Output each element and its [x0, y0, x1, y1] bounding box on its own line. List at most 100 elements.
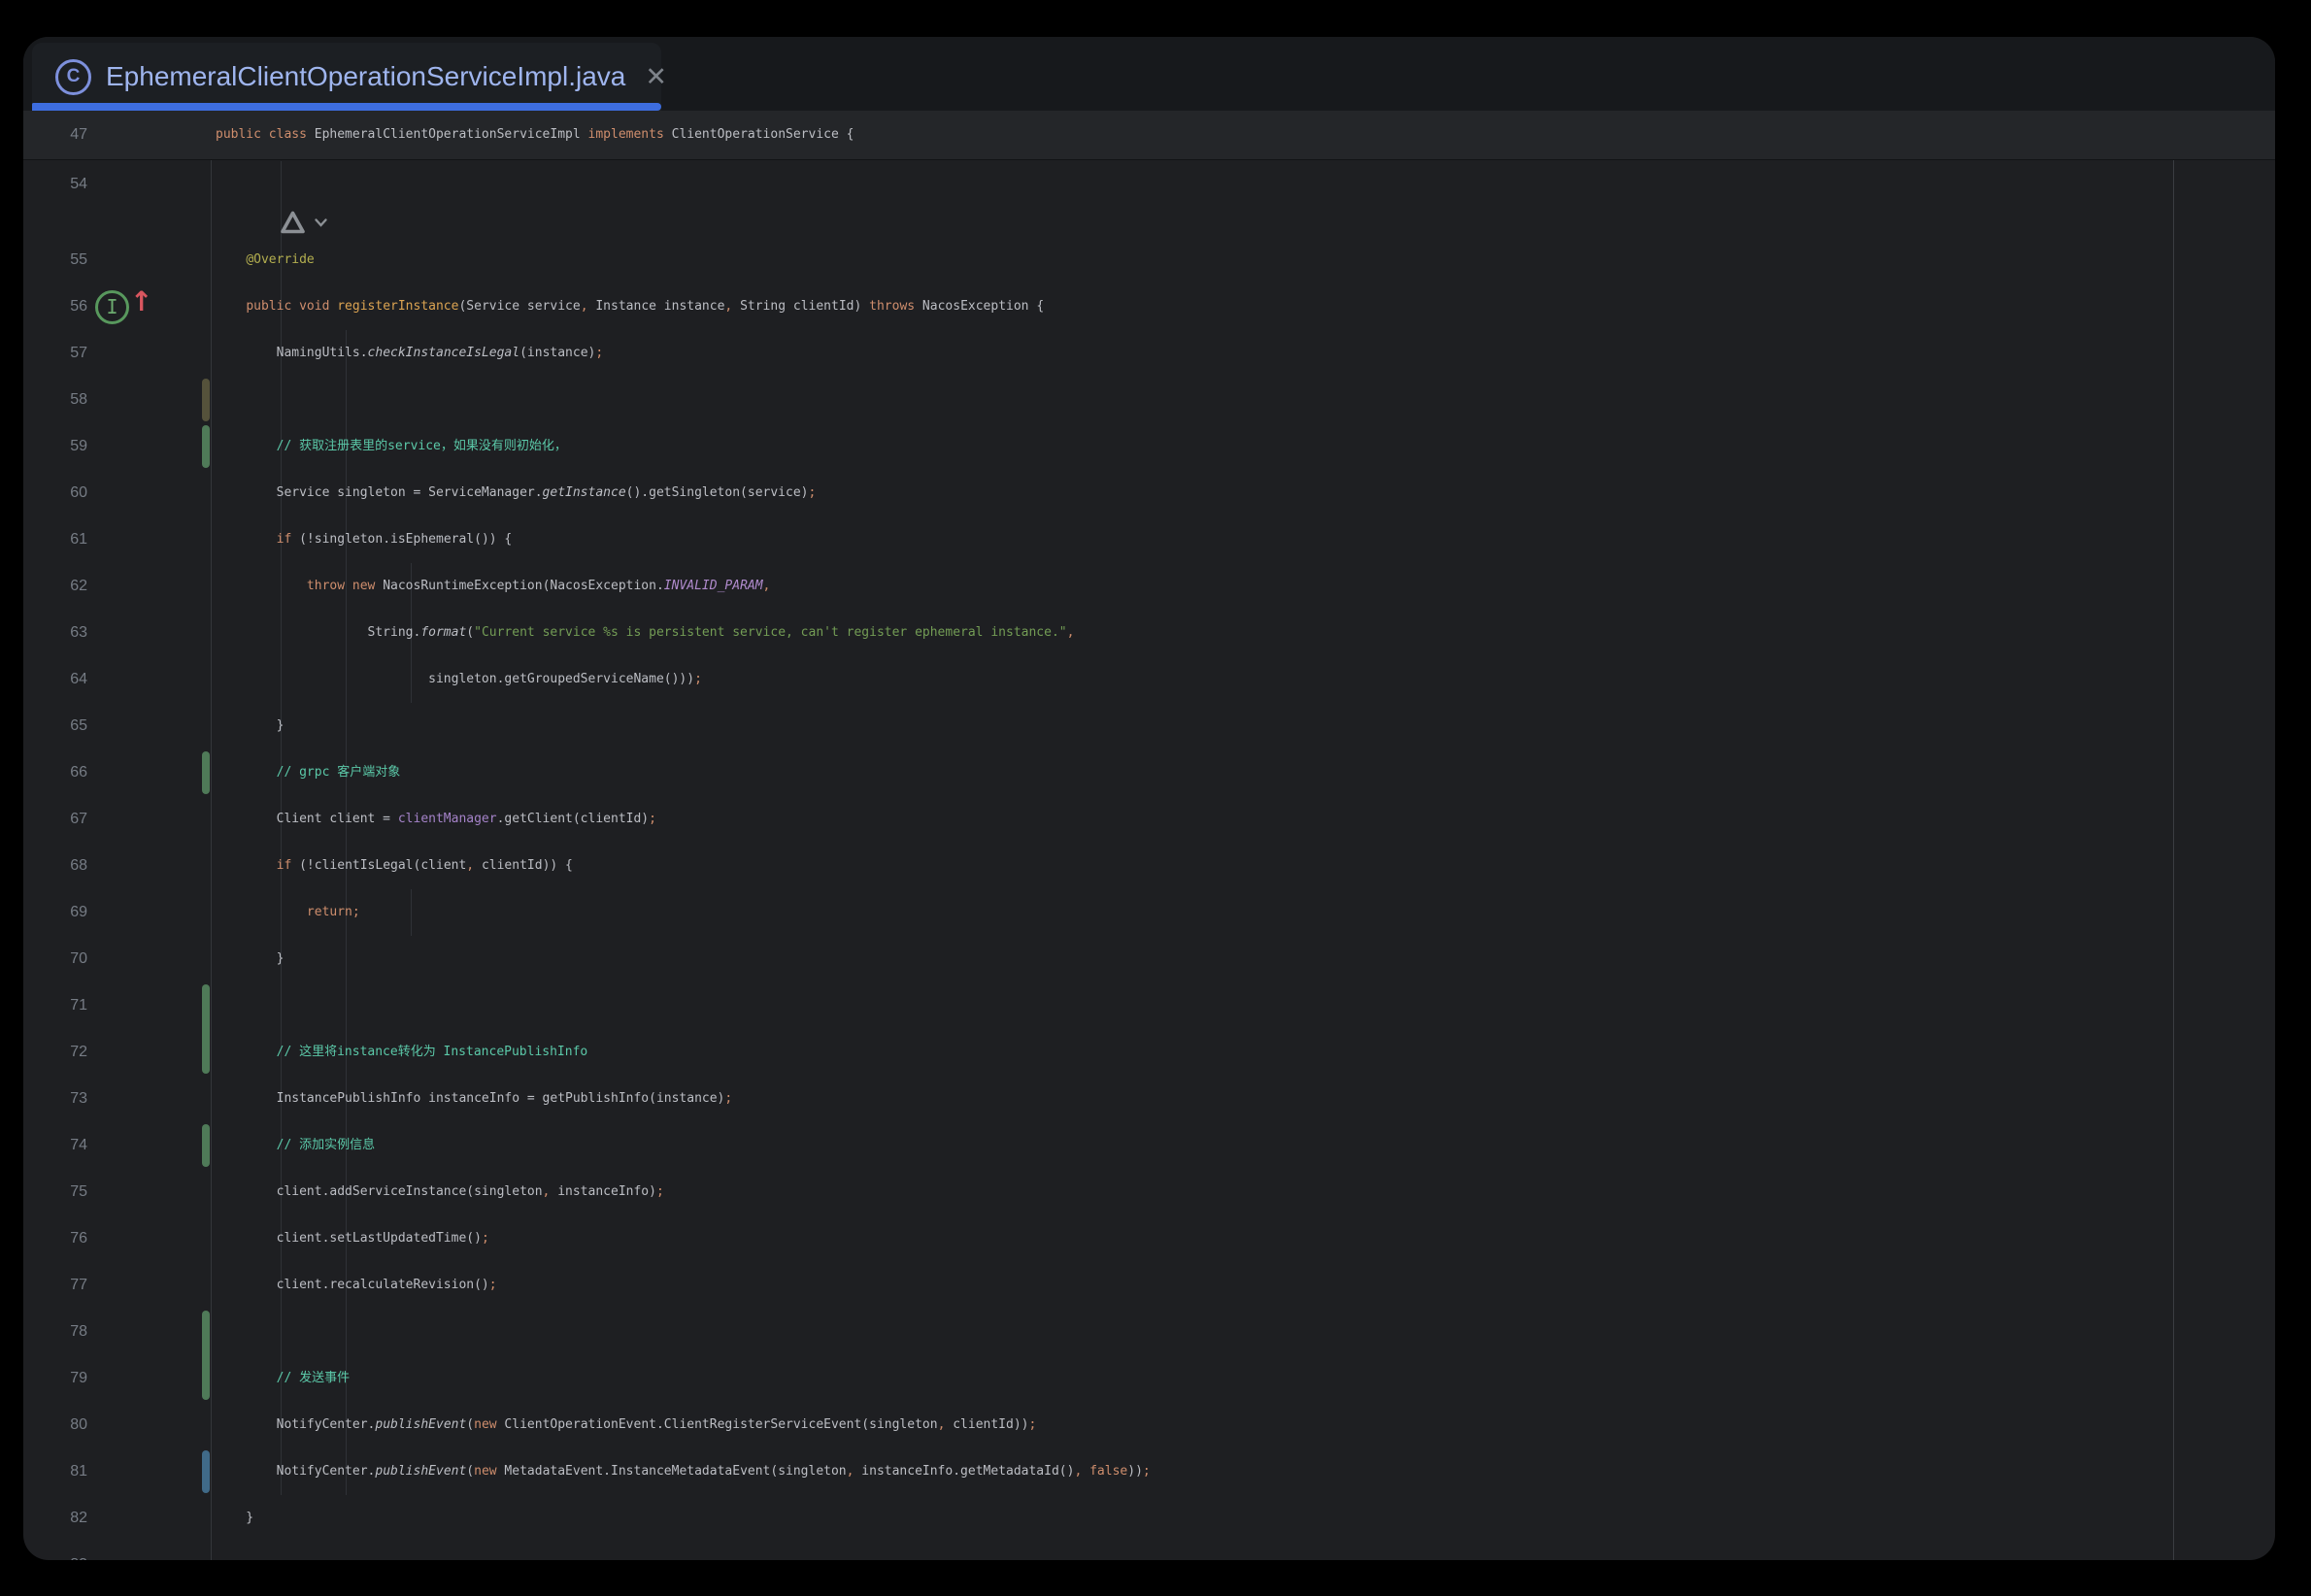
- ai-triangle-icon: [280, 210, 306, 236]
- code-line[interactable]: 68 if (!clientIsLegal(client, clientId))…: [23, 843, 2275, 889]
- line-number: 65: [23, 703, 87, 749]
- line-number: 61: [23, 516, 87, 563]
- vcs-change-marker: [202, 1450, 210, 1493]
- code-text: singleton.getGroupedServiceName()));: [216, 656, 702, 703]
- tab-filename: EphemeralClientOperationServiceImpl.java: [106, 61, 625, 92]
- vcs-change-marker: [202, 751, 210, 794]
- line-number: 59: [23, 423, 87, 470]
- editor-tab-bar: C EphemeralClientOperationServiceImpl.ja…: [23, 37, 2275, 111]
- close-icon[interactable]: ✕: [645, 64, 667, 90]
- code-text: client.setLastUpdatedTime();: [216, 1215, 489, 1262]
- line-number: 55: [23, 237, 87, 283]
- line-number: 54: [23, 161, 87, 208]
- line-number: 66: [23, 749, 87, 796]
- line-number: 60: [23, 470, 87, 516]
- code-text: public void registerInstance(Service ser…: [216, 283, 1044, 330]
- code-line[interactable]: 56 public void registerInstance(Service …: [23, 283, 2275, 330]
- line-number: 82: [23, 1495, 87, 1542]
- vcs-change-marker: [202, 379, 210, 421]
- code-rows: 54 55 @Override56 public void registerIns…: [23, 161, 2275, 1560]
- code-line[interactable]: 65 }: [23, 703, 2275, 749]
- code-line[interactable]: 57 NamingUtils.checkInstanceIsLegal(inst…: [23, 330, 2275, 377]
- screenshot-root: { "colors": { "accent_blue": "#3D6DDF", …: [0, 0, 2311, 1596]
- line-number: 70: [23, 936, 87, 982]
- code-line[interactable]: 75 client.addServiceInstance(singleton, …: [23, 1169, 2275, 1215]
- tab-ephemeral-client-operation-service-impl[interactable]: C EphemeralClientOperationServiceImpl.ja…: [32, 43, 661, 111]
- vcs-change-marker: [202, 984, 210, 1074]
- line-number: 64: [23, 656, 87, 703]
- line-number: 83: [23, 1542, 87, 1560]
- code-text: // 发送事件: [216, 1355, 350, 1402]
- line-number: 78: [23, 1309, 87, 1355]
- code-line[interactable]: 76 client.setLastUpdatedTime();: [23, 1215, 2275, 1262]
- code-line[interactable]: 81 NotifyCenter.publishEvent(new Metadat…: [23, 1448, 2275, 1495]
- code-line[interactable]: 73 InstancePublishInfo instanceInfo = ge…: [23, 1076, 2275, 1122]
- line-number: 69: [23, 889, 87, 936]
- code-text: if (!singleton.isEphemeral()) {: [216, 516, 512, 563]
- line-number: 72: [23, 1029, 87, 1076]
- code-line[interactable]: 80 NotifyCenter.publishEvent(new ClientO…: [23, 1402, 2275, 1448]
- line-number: 79: [23, 1355, 87, 1402]
- code-line[interactable]: 64 singleton.getGroupedServiceName()));: [23, 656, 2275, 703]
- code-line[interactable]: 83: [23, 1542, 2275, 1560]
- code-line[interactable]: 70 }: [23, 936, 2275, 982]
- code-text: Client client = clientManager.getClient(…: [216, 796, 656, 843]
- code-line[interactable]: 62 throw new NacosRuntimeException(Nacos…: [23, 563, 2275, 610]
- code-line[interactable]: 74 // 添加实例信息: [23, 1122, 2275, 1169]
- code-text: client.addServiceInstance(singleton, ins…: [216, 1169, 664, 1215]
- code-line[interactable]: 78: [23, 1309, 2275, 1355]
- line-number: 76: [23, 1215, 87, 1262]
- code-line[interactable]: 55 @Override: [23, 237, 2275, 283]
- ai-inlay-icon[interactable]: [280, 208, 328, 237]
- code-line[interactable]: 59 // 获取注册表里的service，如果没有则初始化，: [23, 423, 2275, 470]
- code-line[interactable]: 58: [23, 377, 2275, 423]
- line-number: 57: [23, 330, 87, 377]
- code-line[interactable]: 66 // grpc 客户端对象: [23, 749, 2275, 796]
- chevron-down-icon: [314, 217, 328, 228]
- line-number: 47: [23, 111, 87, 159]
- code-line[interactable]: 82 }: [23, 1495, 2275, 1542]
- code-text: }: [216, 703, 284, 749]
- code-text: // 获取注册表里的service，如果没有则初始化，: [216, 423, 567, 470]
- sticky-code: public class EphemeralClientOperationSer…: [216, 111, 854, 159]
- code-line[interactable]: 79 // 发送事件: [23, 1355, 2275, 1402]
- code-line[interactable]: 71: [23, 982, 2275, 1029]
- code-text: if (!clientIsLegal(client, clientId)) {: [216, 843, 573, 889]
- code-line[interactable]: 77 client.recalculateRevision();: [23, 1262, 2275, 1309]
- vcs-change-marker: [202, 425, 210, 468]
- vcs-change-marker: [202, 1311, 210, 1400]
- code-text: NotifyCenter.publishEvent(new ClientOper…: [216, 1402, 1036, 1448]
- line-number: 62: [23, 563, 87, 610]
- sticky-header-line[interactable]: 47 public class EphemeralClientOperation…: [23, 111, 2275, 160]
- code-text: Service singleton = ServiceManager.getIn…: [216, 470, 816, 516]
- code-line[interactable]: 63 String.format("Current service %s is …: [23, 610, 2275, 656]
- code-text: // grpc 客户端对象: [216, 749, 400, 796]
- line-number: 74: [23, 1122, 87, 1169]
- line-number: 71: [23, 982, 87, 1029]
- code-text: // 添加实例信息: [216, 1122, 375, 1169]
- code-line[interactable]: 69 return;: [23, 889, 2275, 936]
- code-text: String.format("Current service %s is per…: [216, 610, 1074, 656]
- line-number: 75: [23, 1169, 87, 1215]
- code-line[interactable]: 60 Service singleton = ServiceManager.ge…: [23, 470, 2275, 516]
- active-tab-indicator: [32, 103, 661, 111]
- line-number: 68: [23, 843, 87, 889]
- code-line[interactable]: 67 Client client = clientManager.getClie…: [23, 796, 2275, 843]
- code-line[interactable]: 72 // 这里将instance转化为 InstancePublishInfo: [23, 1029, 2275, 1076]
- java-class-icon: C: [55, 59, 91, 95]
- code-text: }: [216, 1495, 253, 1542]
- code-editor[interactable]: 47 public class EphemeralClientOperation…: [23, 111, 2275, 1560]
- line-number: 81: [23, 1448, 87, 1495]
- code-line[interactable]: 61 if (!singleton.isEphemeral()) {: [23, 516, 2275, 563]
- line-number: 67: [23, 796, 87, 843]
- code-text: }: [216, 936, 284, 982]
- overriding-method-icon[interactable]: I ↑: [95, 283, 152, 330]
- code-text: client.recalculateRevision();: [216, 1262, 497, 1309]
- code-text: NotifyCenter.publishEvent(new MetadataEv…: [216, 1448, 1151, 1495]
- code-text: // 这里将instance转化为 InstancePublishInfo: [216, 1029, 587, 1076]
- gutter-divider: [211, 111, 212, 1560]
- code-line[interactable]: 54: [23, 161, 2275, 208]
- implements-circle-icon: I: [95, 290, 129, 324]
- line-number: 77: [23, 1262, 87, 1309]
- code-text: InstancePublishInfo instanceInfo = getPu…: [216, 1076, 732, 1122]
